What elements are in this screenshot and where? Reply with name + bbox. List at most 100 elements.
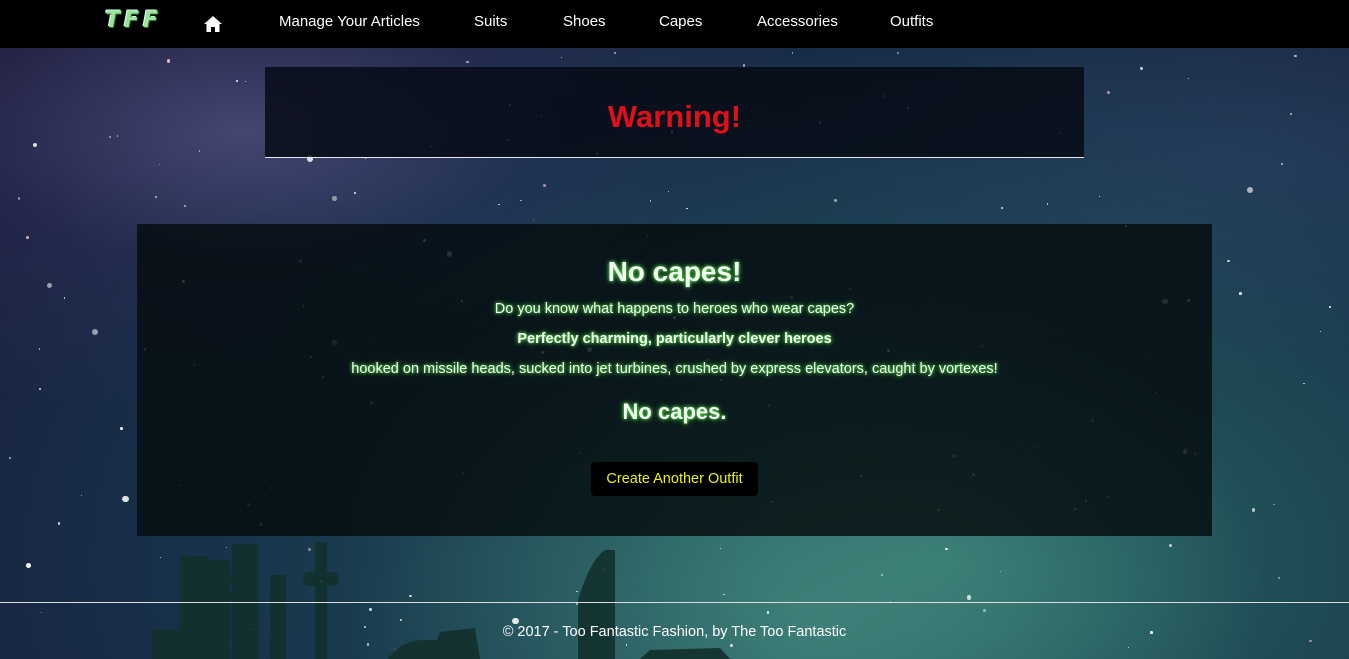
star: [834, 198, 838, 202]
star: [121, 495, 129, 503]
star: [1289, 112, 1292, 116]
star: [332, 196, 337, 201]
star: [1273, 503, 1275, 506]
star: [154, 196, 157, 199]
star: [116, 134, 119, 137]
create-another-outfit-button[interactable]: Create Another Outfit: [591, 462, 758, 496]
star: [466, 60, 469, 64]
star: [1140, 67, 1143, 70]
warning-title: Warning!: [607, 99, 742, 134]
star: [945, 547, 948, 551]
warning-banner: Warning!: [265, 67, 1084, 158]
star: [1000, 206, 1004, 210]
star: [366, 643, 370, 646]
home-icon: [204, 16, 222, 32]
star: [244, 81, 247, 83]
star: [896, 51, 900, 55]
nav-manage-articles[interactable]: Manage Your Articles: [279, 13, 420, 30]
star: [983, 609, 987, 612]
star: [881, 574, 883, 577]
emphasis-text: Perfectly charming, particularly clever …: [517, 331, 832, 347]
star: [532, 220, 534, 222]
star: [1278, 577, 1281, 580]
star: [400, 619, 403, 622]
star: [1328, 306, 1331, 309]
fates-text: hooked on missile heads, sucked into jet…: [351, 361, 998, 377]
star: [63, 297, 66, 299]
star: [25, 235, 29, 239]
star: [649, 200, 651, 202]
star: [9, 457, 11, 459]
star: [602, 568, 606, 572]
star: [1187, 78, 1189, 80]
star: [1246, 187, 1254, 194]
star: [766, 611, 770, 614]
star: [1046, 203, 1049, 205]
question-text: Do you know what happens to heroes who w…: [494, 301, 855, 317]
star: [1127, 646, 1129, 648]
star: [198, 150, 201, 152]
star: [236, 80, 239, 82]
star: [1309, 640, 1312, 643]
star: [32, 142, 37, 147]
star: [723, 593, 726, 596]
star: [40, 611, 42, 613]
star: [57, 522, 61, 525]
star: [1294, 54, 1297, 58]
conclusion-text: No capes.: [622, 399, 727, 424]
star: [560, 56, 562, 59]
star: [353, 192, 356, 194]
nav-accessories[interactable]: Accessories: [757, 13, 838, 30]
top-navbar: TFF Manage Your Articles Suits Shoes Cap…: [0, 0, 1349, 48]
star: [369, 608, 372, 611]
star: [668, 191, 670, 193]
star: [1098, 196, 1101, 198]
nav-suits[interactable]: Suits: [474, 13, 507, 30]
star: [91, 329, 98, 336]
star: [719, 548, 721, 550]
home-link[interactable]: [202, 13, 226, 35]
star: [184, 204, 187, 208]
star: [166, 59, 171, 63]
star: [307, 548, 311, 552]
star: [1280, 163, 1283, 166]
star: [1000, 571, 1002, 573]
star: [365, 158, 367, 160]
star: [1227, 259, 1230, 263]
star: [160, 557, 162, 559]
footer-copyright: © 2017 - Too Fantastic Fashion, by The T…: [502, 624, 847, 640]
star: [1251, 507, 1256, 512]
star: [576, 590, 578, 593]
no-capes-panel: No capes! Do you know what happens to he…: [137, 224, 1212, 536]
star: [39, 388, 42, 391]
footer-divider: [0, 602, 1349, 603]
panel-title: No capes!: [607, 256, 742, 287]
star: [966, 595, 971, 600]
star: [520, 199, 522, 202]
brand-logo[interactable]: TFF: [105, 8, 162, 33]
star: [1319, 330, 1322, 333]
star: [119, 427, 123, 430]
star: [109, 136, 112, 138]
star: [625, 644, 628, 647]
star: [498, 204, 500, 206]
star: [38, 348, 41, 350]
nav-shoes[interactable]: Shoes: [563, 13, 606, 30]
nav-capes[interactable]: Capes: [659, 13, 702, 30]
star: [18, 197, 21, 200]
star: [614, 52, 617, 55]
star: [1303, 382, 1305, 385]
star: [409, 594, 412, 598]
star: [1239, 292, 1242, 295]
star: [1169, 544, 1172, 547]
star: [791, 52, 794, 54]
nav-outfits[interactable]: Outfits: [890, 13, 933, 30]
star: [26, 563, 32, 568]
star: [730, 643, 734, 647]
star: [1106, 91, 1111, 95]
star: [81, 494, 83, 496]
star: [226, 547, 228, 549]
star: [47, 283, 53, 289]
star: [542, 183, 546, 188]
star: [394, 649, 396, 651]
